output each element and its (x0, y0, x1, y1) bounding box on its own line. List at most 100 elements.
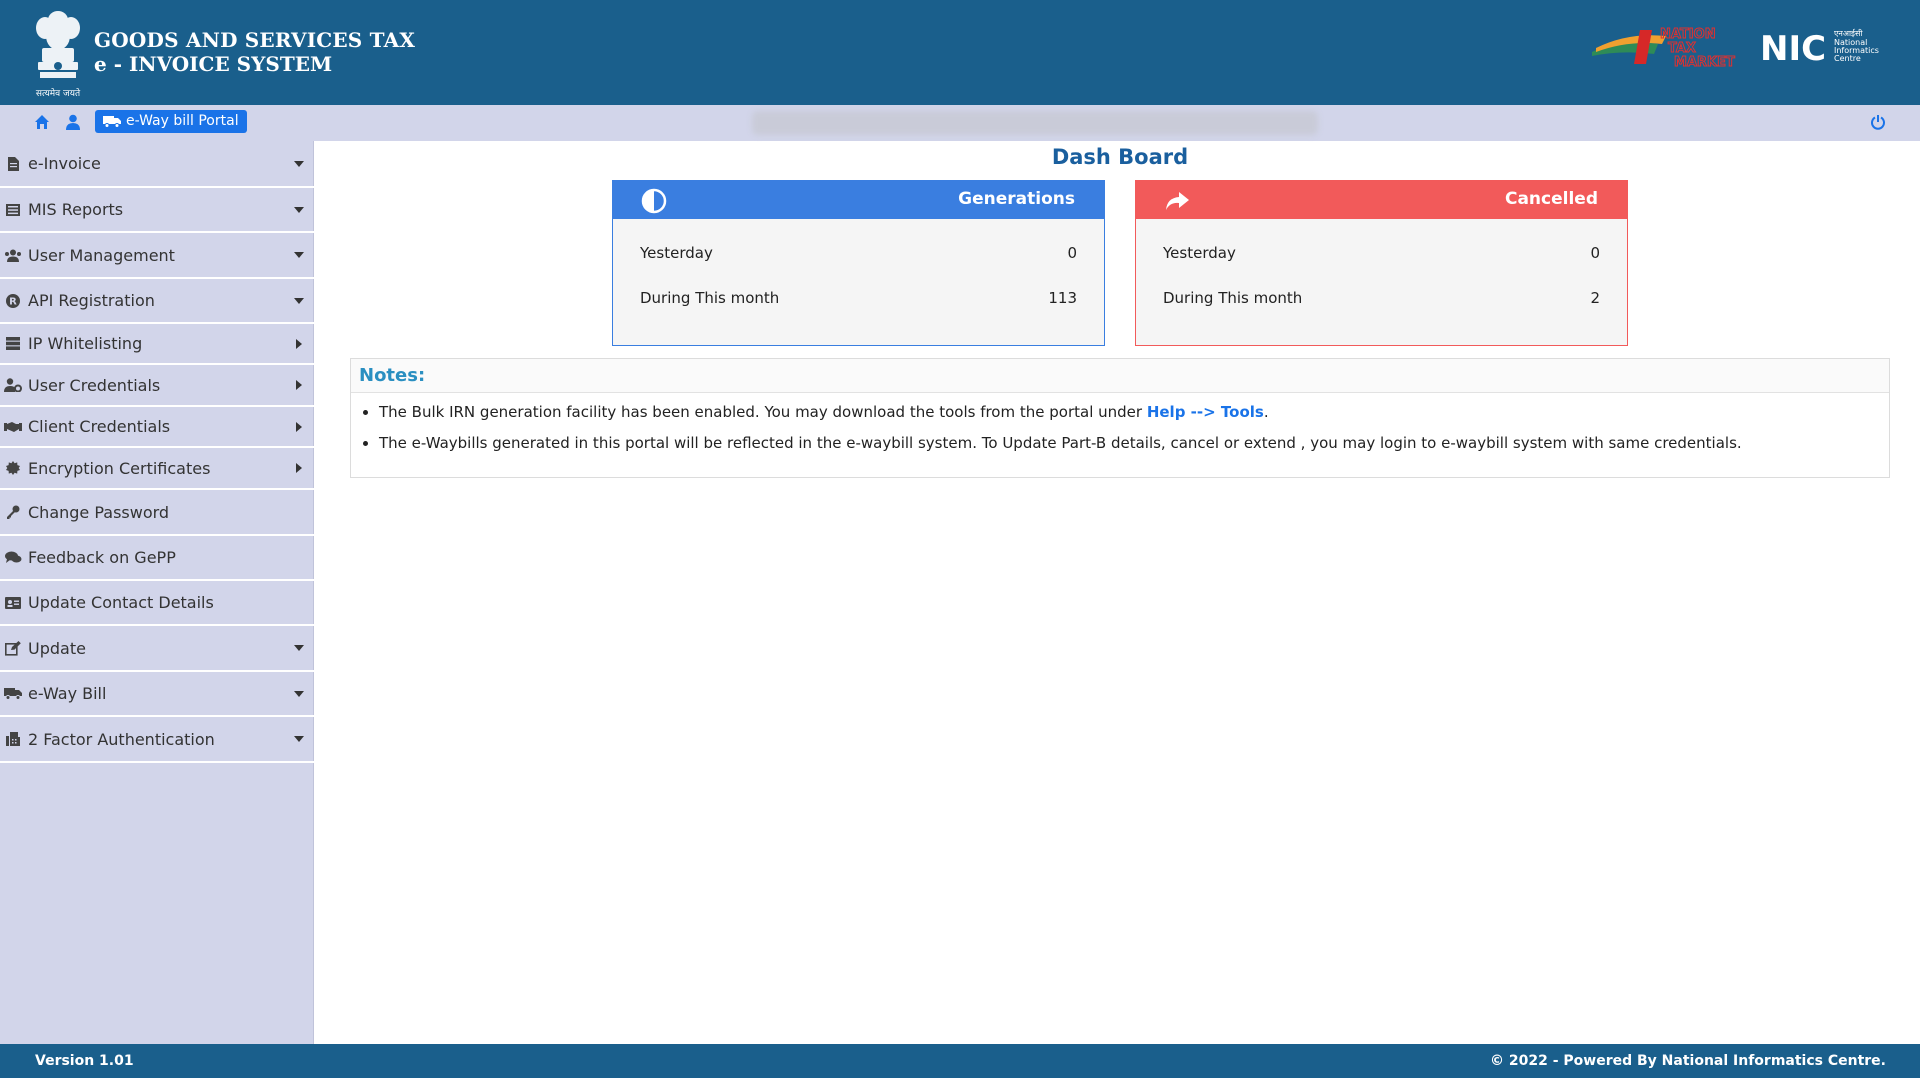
svg-text:R: R (9, 296, 17, 307)
user-cog-icon (0, 378, 22, 392)
comments-icon (0, 551, 22, 564)
sidebar-item-feedback-on-gepp[interactable]: Feedback on GePP (0, 536, 314, 581)
sidebar-item-label: Encryption Certificates (28, 458, 211, 478)
svg-text:एनआईसी: एनआईसी (1834, 28, 1863, 38)
users-icon (0, 249, 22, 262)
svg-text:Centre: Centre (1834, 54, 1861, 63)
truck-icon (103, 116, 121, 128)
sidebar-item-label: e-Invoice (28, 154, 101, 173)
sidebar-item-label: Change Password (28, 502, 170, 522)
generations-title: Generations (958, 189, 1075, 209)
row-label: Yesterday (1163, 244, 1236, 262)
nation-tax-market-logo: NATION TAX MARKET (1592, 27, 1735, 70)
chevron-right-icon (284, 338, 314, 349)
eway-bill-portal-label: e-Way bill Portal (126, 113, 239, 129)
chevron-down-icon (284, 690, 314, 697)
registered-icon: R (0, 293, 22, 308)
sidebar-item-encryption-certificates[interactable]: Encryption Certificates (0, 448, 314, 490)
home-icon[interactable] (32, 112, 52, 132)
list-icon (0, 203, 22, 216)
sidebar-item-label: Feedback on GePP (28, 548, 176, 567)
notes-heading: Notes: (351, 359, 1889, 393)
eway-bill-portal-button[interactable]: e-Way bill Portal (95, 110, 247, 133)
chevron-right-icon (284, 380, 314, 390)
sidebar-item-ip-whitelisting[interactable]: IP Whitelisting (0, 324, 314, 365)
cancelled-card: Cancelled Yesterday 0 During This month … (1135, 180, 1628, 346)
generations-yesterday-row: Yesterday 0 (640, 244, 1077, 262)
adjust-icon (641, 188, 667, 214)
app-title: GOODS AND SERVICES TAX e - INVOICE SYSTE… (94, 28, 415, 76)
row-value: 113 (1048, 289, 1077, 307)
sidebar-item-2-factor-authentication[interactable]: 2 Factor Authentication (0, 717, 314, 763)
certificate-icon (0, 461, 22, 475)
document-icon (0, 156, 22, 171)
truck-icon (0, 687, 22, 700)
sidebar-item-e-invoice[interactable]: e-Invoice (0, 141, 314, 188)
sidebar-item-update[interactable]: Update (0, 626, 314, 672)
header: सत्यमेव जयते GOODS AND SERVICES TAX e - … (0, 0, 1920, 105)
version-text: Version 1.01 (35, 1053, 134, 1069)
svg-text:TAX: TAX (1668, 41, 1696, 56)
notes-list: The Bulk IRN generation facility has bee… (351, 403, 1889, 452)
cancelled-month-row: During This month 2 (1163, 289, 1600, 307)
svg-text:MARKET: MARKET (1674, 55, 1735, 70)
sidebar-item-label: e-Way Bill (28, 684, 107, 703)
id-card-icon (0, 596, 22, 609)
svg-text:NATION: NATION (1660, 27, 1716, 42)
cancelled-yesterday-row: Yesterday 0 (1163, 244, 1600, 262)
chevron-down-icon (284, 252, 314, 258)
fax-icon (0, 732, 22, 746)
chevron-down-icon (284, 297, 314, 304)
chevron-right-icon (284, 421, 314, 432)
sidebar-item-update-contact-details[interactable]: Update Contact Details (0, 581, 314, 626)
help-tools-link[interactable]: Help --> Tools (1147, 403, 1264, 421)
sidebar-item-user-management[interactable]: User Management (0, 233, 314, 279)
key-icon (0, 505, 22, 519)
chevron-down-icon (284, 736, 314, 742)
row-value: 0 (1590, 244, 1600, 262)
sidebar-item-label: API Registration (28, 291, 155, 310)
chevron-down-icon (284, 160, 314, 167)
chevron-right-icon (284, 463, 314, 473)
cancelled-title: Cancelled (1504, 189, 1598, 209)
row-label: Yesterday (640, 244, 713, 262)
sidebar-item-label: User Credentials (28, 375, 161, 395)
blurred-user-info (752, 111, 1318, 135)
handshake-icon (0, 421, 22, 433)
list-item: The Bulk IRN generation facility has bee… (379, 403, 1889, 421)
server-icon (0, 337, 22, 350)
sidebar-item-mis-reports[interactable]: MIS Reports (0, 188, 314, 233)
sidebar-item-label: User Management (28, 245, 175, 265)
sidebar-item-label: Client Credentials (28, 417, 171, 436)
sidebar-item-user-credentials[interactable]: User Credentials (0, 365, 314, 407)
share-icon (1166, 192, 1189, 210)
cancelled-card-header: Cancelled (1136, 181, 1627, 219)
sidebar-item-client-credentials[interactable]: Client Credentials (0, 407, 314, 448)
sidebar-item-api-registration[interactable]: R API Registration (0, 279, 314, 324)
sidebar-item-change-password[interactable]: Change Password (0, 490, 314, 536)
sidebar-item-label: IP Whitelisting (28, 334, 143, 353)
copyright-text: © 2022 - Powered By National Informatics… (1490, 1053, 1886, 1069)
svg-text:सत्यमेव जयते: सत्यमेव जयते (36, 87, 81, 99)
title-line-2: e - INVOICE SYSTEM (94, 52, 333, 76)
row-value: 2 (1590, 289, 1600, 307)
row-label: During This month (640, 289, 780, 307)
sidebar-item-label: Update (28, 638, 86, 658)
generations-card-header: Generations (613, 181, 1104, 219)
edit-icon (0, 640, 22, 656)
row-value: 0 (1067, 244, 1077, 262)
notes-panel: Notes: The Bulk IRN generation facility … (350, 358, 1890, 478)
national-emblem-logo: सत्यमेव जयते (36, 11, 81, 99)
power-icon[interactable] (1866, 110, 1890, 134)
user-icon[interactable] (63, 112, 83, 132)
sidebar-item-label: 2 Factor Authentication (28, 729, 215, 749)
page-title: Dash Board (1051, 145, 1189, 169)
row-label: During This month (1163, 289, 1303, 307)
svg-text:NIC: NIC (1760, 29, 1826, 66)
sidebar-item-e-way-bill[interactable]: e-Way Bill (0, 672, 314, 717)
generations-month-row: During This month 113 (640, 289, 1077, 307)
generations-card: Generations Yesterday 0 During This mont… (612, 180, 1105, 346)
footer: Version 1.01 © 2022 - Powered By Nationa… (0, 1044, 1920, 1078)
nic-logo: NIC एनआईसी National Informatics Centre (1760, 28, 1879, 66)
sidebar-item-label: MIS Reports (28, 200, 124, 219)
